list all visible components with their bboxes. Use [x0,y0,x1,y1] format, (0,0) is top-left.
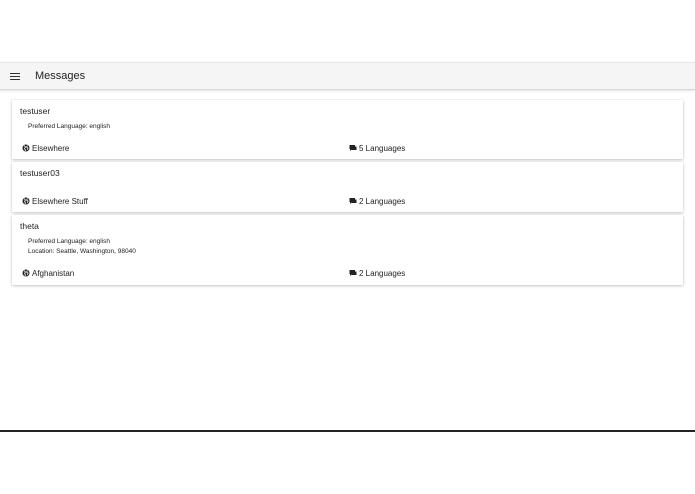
list-item[interactable]: theta Preferred Language: english Locati… [12,215,683,285]
menu-icon[interactable] [10,72,22,81]
languages-count: 2 Languages [359,196,406,206]
location-info: Elsewhere Stuff [22,197,88,206]
globe-icon [22,269,30,277]
page-title: Messages [35,70,86,82]
card-details [12,179,683,190]
preferred-language: Preferred Language: english [28,123,111,130]
languages-count: 2 Languages [359,268,406,278]
languages-count: 5 Languages [359,143,406,153]
card-footer: Elsewhere 5 Languages [12,137,683,159]
user-name: testuser03 [20,168,60,178]
chat-bubbles-icon [349,270,357,276]
chat-bubbles-icon [349,145,357,151]
globe-icon [22,197,30,205]
languages-info: 2 Languages [349,269,405,278]
chat-bubbles-icon [349,198,357,204]
location-info: Elsewhere [22,144,69,153]
message-list: testuser Preferred Language: english Els… [0,90,695,285]
app-window: Messages testuser Preferred Language: en… [0,62,695,432]
preferred-language: Preferred Language: english [28,238,111,245]
user-name: theta [20,221,39,231]
card-details: Preferred Language: english Location: Se… [12,232,683,262]
globe-icon [22,144,30,152]
languages-info: 5 Languages [349,144,405,153]
list-item[interactable]: testuser Preferred Language: english Els… [12,100,683,159]
location-detail: Location: Seattle, Washington, 98040 [28,248,136,255]
user-name: testuser [20,106,51,116]
location-label: Elsewhere Stuff [32,196,88,206]
location-label: Elsewhere [32,143,70,153]
card-footer: Afghanistan 2 Languages [12,262,683,284]
app-toolbar: Messages [0,62,695,90]
location-label: Afghanistan [32,268,75,278]
languages-info: 2 Languages [349,197,405,206]
card-details: Preferred Language: english [12,117,683,137]
card-footer: Elsewhere Stuff 2 Languages [12,190,683,212]
list-item[interactable]: testuser03 Elsewhere Stuff 2 Languages [12,162,683,212]
location-info: Afghanistan [22,269,74,278]
